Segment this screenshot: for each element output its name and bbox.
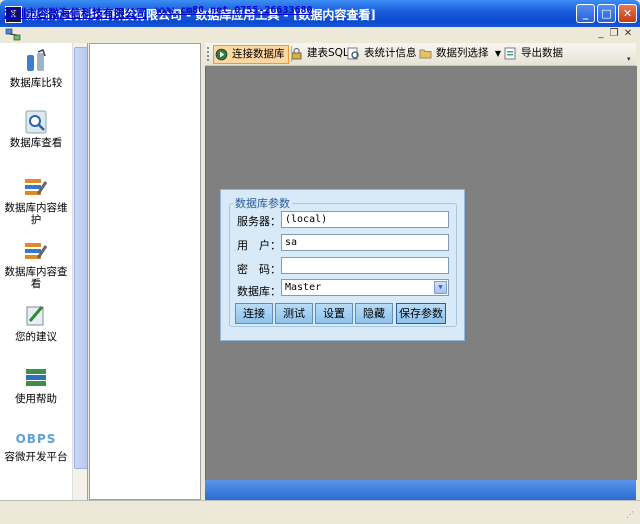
sidebar-item-db-compare[interactable]: 数据库比较 [0,49,72,89]
network-icon[interactable] [5,28,21,42]
password-input[interactable] [281,257,449,274]
server-label: 服务器： [237,215,281,228]
sidebar-item-label: 数据库查看 [9,137,63,149]
db-content-view-icon [25,243,48,259]
build-sql-button[interactable]: 建表SQL [289,45,349,62]
sidebar-item-db-maintain[interactable]: 数据库内容维护 [0,174,72,226]
database-select[interactable]: Master ▼ [281,279,449,296]
search-doc-icon [347,47,359,60]
connect-icon [215,48,228,61]
sidebar-item-db-view[interactable]: 数据库查看 [0,109,72,149]
sidebar-item-label: 使用帮助 [15,393,57,405]
connect-db-label: 连接数据库 [232,48,285,60]
sidebar: 数据库比较 数据库查看 数据库内容维护 数据库内容查看 您的建议 使用帮助 OB… [0,43,88,500]
db-compare-icon [27,49,46,71]
column-select-button[interactable]: 数据列选择 ▼ [418,45,501,62]
user-label: 用 户： [237,239,281,252]
connect-db-button[interactable]: 连接数据库 [213,45,289,64]
obps-logo: OBPS [15,432,57,446]
db-params-dialog: 数据库参数 服务器： (local) 用 户： sa 密 码： 数据库： Mas… [220,189,465,341]
help-books-icon [26,369,46,386]
status-bar [0,500,640,524]
sidebar-item-suggestion[interactable]: 您的建议 [0,303,72,343]
panel-bottom-bar [205,480,636,500]
minimize-button[interactable]: _ [576,4,595,23]
db-view-icon [25,110,47,134]
chevron-down-icon[interactable]: ▼ [495,49,501,58]
build-sql-label: 建表SQL [307,47,349,59]
toolbar-grip[interactable] [207,47,212,61]
sidebar-item-label: 数据库内容维护 [4,202,68,226]
toolbar-separator [291,46,292,62]
table-stats-label: 表统计信息 [364,47,417,59]
mdi-restore-icon[interactable]: ❐ [608,28,620,40]
mdi-close-icon[interactable]: ✕ [622,28,634,40]
db-params-legend: 数据库参数 [233,195,292,211]
export-button[interactable]: 导出数据 [503,45,563,62]
mdi-minimize-icon[interactable]: _ [595,28,607,40]
db-maintain-icon [25,179,48,195]
server-input[interactable]: (local) [281,211,449,228]
chevron-down-icon[interactable]: ▼ [434,281,447,294]
hide-button[interactable]: 隐藏 [355,303,393,324]
table-stats-button[interactable]: 表统计信息 [346,45,417,62]
settings-button[interactable]: 设置 [315,303,353,324]
menu-bar [0,27,640,43]
sidebar-item-label: 容微开发平台 [4,451,68,463]
user-input[interactable]: sa [281,234,449,251]
sidebar-item-label: 数据库内容查看 [4,266,68,290]
sidebar-item-obps[interactable]: OBPS 容微开发平台 [0,433,72,463]
resize-grip-icon[interactable]: ⋰ [626,510,634,519]
tree-pane[interactable] [89,43,201,500]
column-select-label: 数据列选择 [436,47,489,59]
test-button[interactable]: 测试 [275,303,313,324]
database-select-value: Master [285,282,322,293]
sidebar-scrollbar-thumb[interactable] [74,47,87,469]
export-label: 导出数据 [521,47,563,59]
folder-icon [419,49,432,59]
close-button[interactable]: ✕ [618,4,637,23]
toolbar-overflow-icon[interactable]: ▾ [627,55,631,63]
maximize-button[interactable]: □ [597,4,616,23]
suggestion-icon [26,306,44,326]
sidebar-item-label: 您的建议 [15,331,57,343]
toolbar: 连接数据库 建表SQL 表统计信息 数据列选择 ▼ 导出数据 ▾ [205,43,636,66]
database-label: 数据库： [237,285,281,298]
save-params-button[interactable]: 保存参数 [396,303,446,324]
contact-link[interactable]: www.cm80.net 0755-26633680 [156,5,313,16]
password-label: 密 码： [237,263,281,276]
sidebar-item-label: 数据库比较 [9,77,63,89]
connect-button[interactable]: 连接 [235,303,273,324]
export-icon [504,47,516,60]
company-name: 深圳市容微海信科技有限公司 [4,7,147,20]
sidebar-item-db-content-view[interactable]: 数据库内容查看 [0,238,72,290]
sidebar-item-help[interactable]: 使用帮助 [0,365,72,405]
